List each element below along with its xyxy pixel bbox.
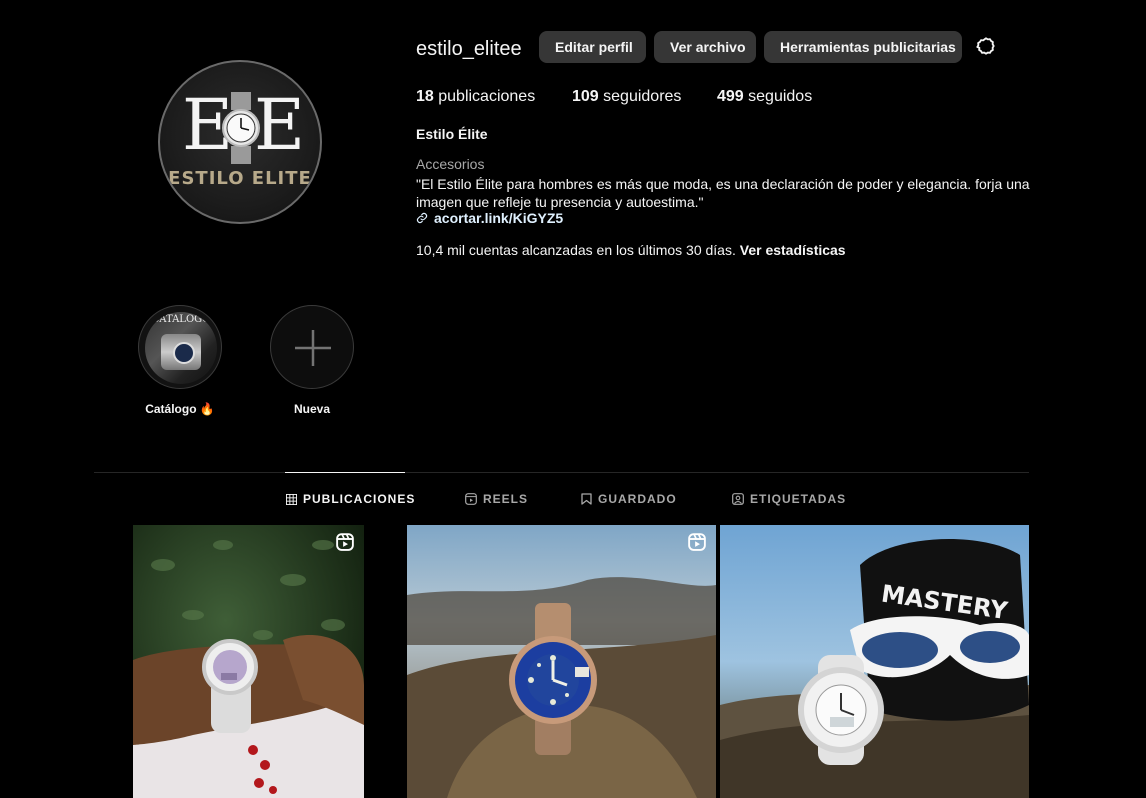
stat-posts-count: 18 — [416, 88, 434, 105]
tab-publicaciones-label: PUBLICACIONES — [303, 492, 416, 506]
profile-bio: "El Estilo Élite para hombres es más que… — [416, 176, 1030, 210]
reach-text: 10,4 mil cuentas alcanzadas en los últim… — [416, 242, 736, 258]
view-insights-link[interactable]: Ver estadísticas — [740, 242, 846, 258]
reel-badge-icon — [336, 533, 354, 551]
profile-full-name: Estilo Élite — [416, 126, 488, 142]
profile-username: estilo_elitee — [416, 38, 522, 60]
avatar-logo-text: ESTILO ELITE — [168, 168, 312, 189]
link-icon — [416, 212, 428, 224]
tab-reels[interactable]: REELS — [465, 492, 528, 506]
post-tile-1[interactable] — [133, 525, 364, 798]
tab-guardado-label: GUARDADO — [598, 492, 677, 506]
highlight-catalog-thumbnail: CATALOGO — [145, 312, 217, 384]
tab-guardado[interactable]: GUARDADO — [581, 492, 677, 506]
logo-letter-right: E — [254, 84, 306, 166]
reel-badge-icon — [688, 533, 706, 551]
post-2-photo — [407, 525, 716, 798]
highlight-thumb-text: CATALOGO — [151, 314, 211, 325]
stat-posts: 18 publicaciones — [416, 88, 535, 106]
stat-following[interactable]: 499 seguidos — [717, 88, 812, 106]
tab-etiquetadas-label: ETIQUETADAS — [750, 492, 847, 506]
highlight-catalog-label: Catálogo 🔥 — [145, 402, 215, 416]
tabs-divider — [94, 472, 1029, 473]
bookmark-icon — [581, 493, 592, 505]
plus-icon — [295, 330, 331, 366]
highlight-new-label: Nueva — [293, 402, 331, 416]
settings-gear-icon[interactable] — [975, 36, 997, 58]
stat-posts-label: publicaciones — [438, 88, 536, 105]
post-1-photo — [133, 525, 364, 798]
ad-tools-button[interactable]: Herramientas publicitarias — [764, 31, 962, 63]
stat-following-count: 499 — [717, 88, 744, 105]
post-3-photo: MASTERY — [720, 525, 1029, 798]
edit-profile-button[interactable]: Editar perfil — [539, 31, 646, 63]
reach-summary: 10,4 mil cuentas alcanzadas en los últim… — [416, 242, 846, 258]
profile-link-text: acortar.link/KiGYZ5 — [434, 210, 564, 226]
stat-followers-label: seguidores — [603, 88, 682, 105]
watch-dial — [173, 342, 195, 364]
tagged-icon — [732, 493, 744, 505]
profile-category: Accesorios — [416, 156, 485, 172]
view-archive-button[interactable]: Ver archivo — [654, 31, 756, 63]
watch-icon — [222, 92, 260, 164]
stat-followers-count: 109 — [572, 88, 599, 105]
grid-icon — [286, 493, 297, 505]
highlight-new[interactable] — [270, 305, 354, 389]
active-tab-indicator — [285, 472, 405, 473]
stat-following-label: seguidos — [748, 88, 813, 105]
tab-reels-label: REELS — [483, 492, 529, 506]
stat-followers[interactable]: 109 seguidores — [572, 88, 681, 106]
post-tile-3[interactable]: MASTERY — [720, 525, 1029, 798]
highlight-catalog[interactable]: CATALOGO — [138, 305, 222, 389]
profile-avatar[interactable]: E E ESTILO ELITE — [158, 60, 322, 224]
post-tile-2[interactable] — [407, 525, 716, 798]
reels-icon — [465, 493, 477, 505]
tab-publicaciones[interactable]: PUBLICACIONES — [286, 492, 415, 506]
tab-etiquetadas[interactable]: ETIQUETADAS — [732, 492, 846, 506]
profile-link[interactable]: acortar.link/KiGYZ5 — [416, 210, 563, 226]
